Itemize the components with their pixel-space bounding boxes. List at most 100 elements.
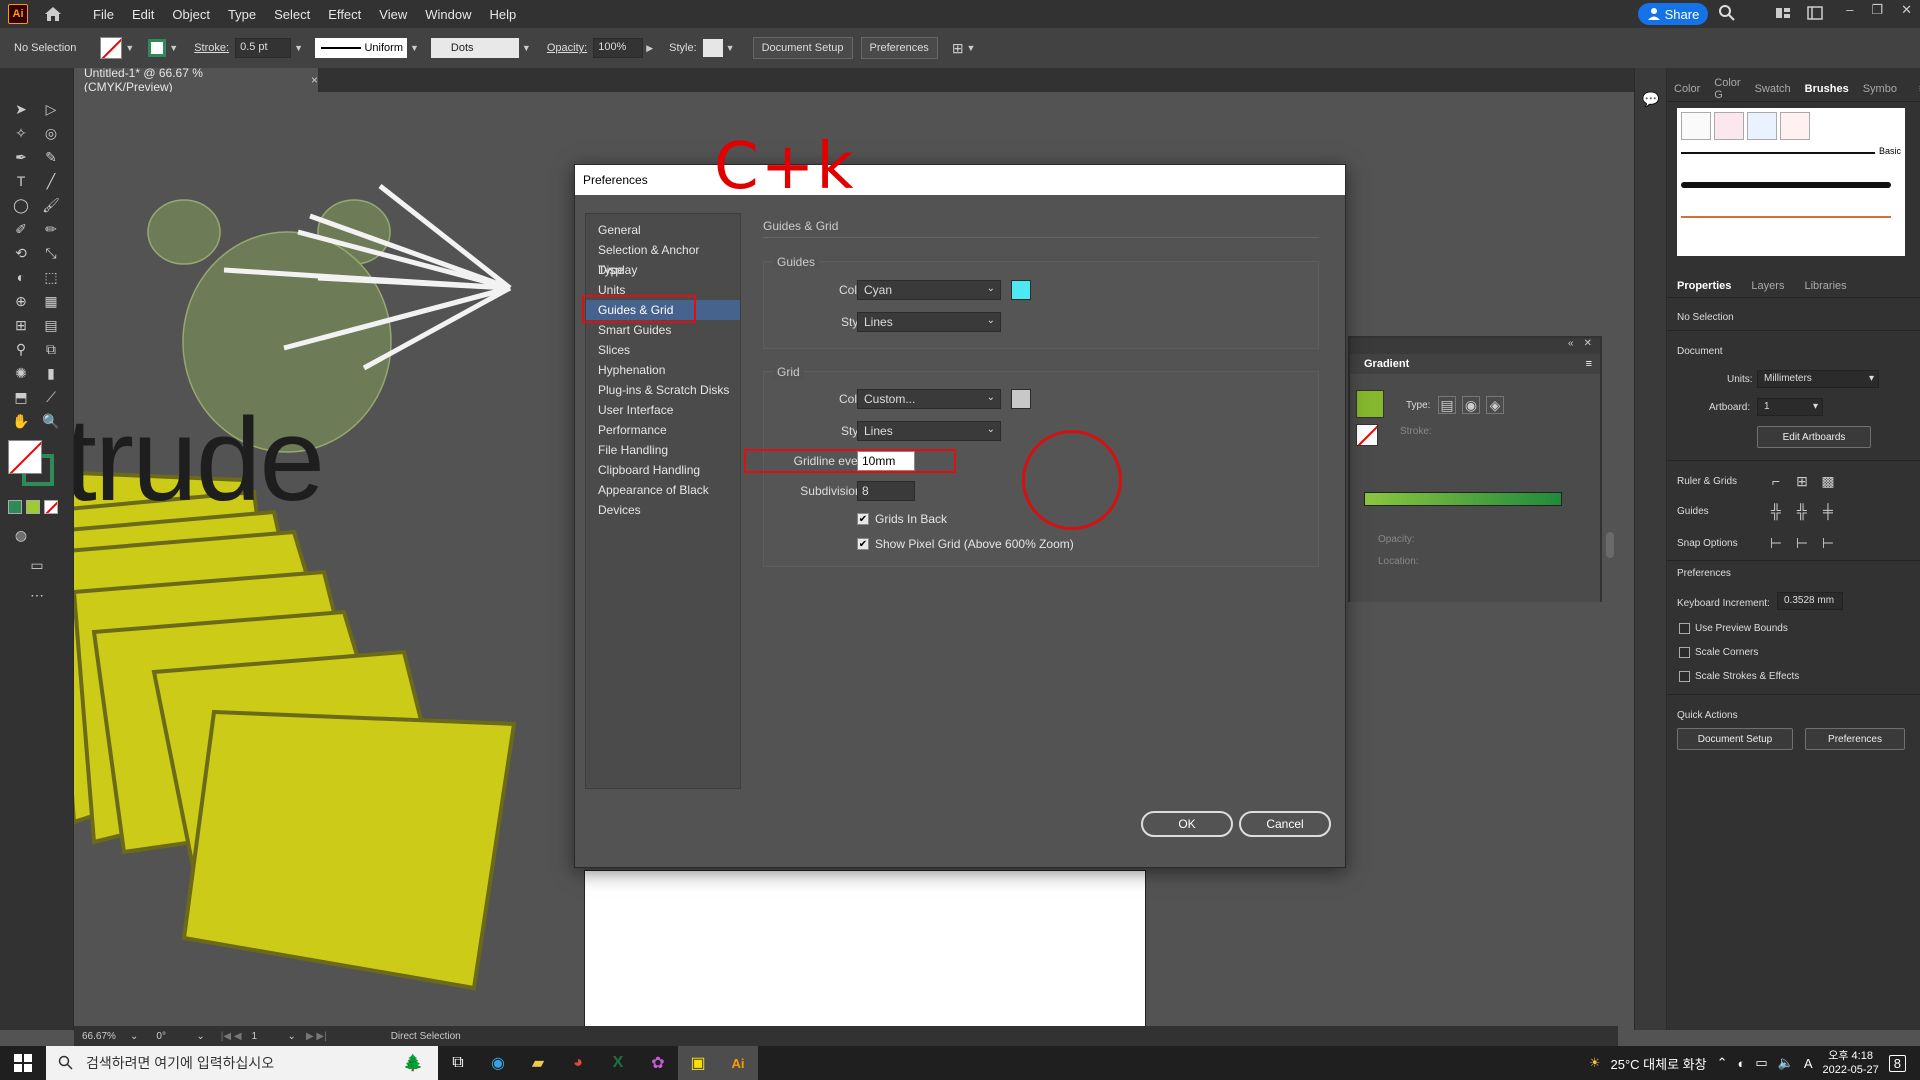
more-tools-icon[interactable]: ⋯ — [26, 584, 48, 606]
tab-properties[interactable]: Properties — [1667, 280, 1741, 292]
windows-start-icon[interactable] — [0, 1046, 46, 1080]
menu-help[interactable]: Help — [480, 7, 525, 22]
tab-libraries[interactable]: Libraries — [1794, 280, 1856, 292]
hand-tool-icon[interactable]: ✋ — [10, 410, 32, 432]
document-setup-button[interactable]: Document Setup — [752, 37, 853, 59]
category-plugins[interactable]: Plug-ins & Scratch Disks — [586, 380, 740, 400]
chevron-down-icon[interactable]: ⌄ — [288, 1031, 296, 1042]
ok-button[interactable]: OK — [1141, 811, 1233, 837]
category-selection-anchor[interactable]: Selection & Anchor Display — [586, 240, 740, 277]
category-slices[interactable]: Slices — [586, 340, 740, 360]
ime-indicator[interactable]: A — [1804, 1056, 1813, 1071]
shaper-tool-icon[interactable]: ✐ — [10, 218, 32, 240]
artboard-dropdown[interactable]: 1 ▾ — [1757, 398, 1823, 416]
chevron-down-icon[interactable]: ▼ — [294, 43, 303, 53]
illustrator-taskbar-icon[interactable]: Ai — [718, 1046, 758, 1080]
brush-thumb[interactable] — [1747, 112, 1777, 140]
category-clipboard[interactable]: Clipboard Handling — [586, 460, 740, 480]
guides-style-dropdown[interactable]: Lines ⌄ — [857, 312, 1001, 332]
task-view-icon[interactable]: ⧉ — [438, 1046, 478, 1080]
edge-icon[interactable]: ◉ — [478, 1046, 518, 1080]
shape-builder-icon[interactable]: ⊕ — [10, 290, 32, 312]
category-file-handling[interactable]: File Handling — [586, 440, 740, 460]
freeform-gradient-icon[interactable]: ◈ — [1486, 396, 1504, 414]
menu-effect[interactable]: Effect — [319, 7, 370, 22]
draw-mode-icon[interactable]: ◍ — [10, 524, 32, 546]
selection-tool-icon[interactable]: ➤ — [10, 98, 32, 120]
paintbrush-icon[interactable]: 🖌 — [40, 194, 62, 216]
units-dropdown[interactable]: Millimeters ▾ — [1757, 370, 1879, 388]
quick-document-setup-button[interactable]: Document Setup — [1677, 728, 1793, 750]
artboard-nav-icons[interactable]: |◀ ◀ — [221, 1031, 242, 1042]
category-smart-guides[interactable]: Smart Guides — [586, 320, 740, 340]
opacity-input[interactable]: 100% — [593, 38, 644, 58]
close-icon[interactable]: ✕ — [1901, 2, 1912, 18]
category-hyphenation[interactable]: Hyphenation — [586, 360, 740, 380]
brush-thumb[interactable] — [1714, 112, 1744, 140]
graphic-style-swatch[interactable] — [702, 39, 723, 57]
chevron-down-icon[interactable]: ▼ — [522, 43, 531, 53]
preferences-button[interactable]: Preferences — [860, 37, 938, 59]
restore-icon[interactable]: ❐ — [1871, 2, 1883, 18]
keyboard-increment-input[interactable]: 0.3528 mm — [1777, 592, 1843, 610]
tab-swatches[interactable]: Swatch — [1748, 83, 1798, 95]
clock[interactable]: 오후 4:18 2022-05-27 — [1822, 1049, 1878, 1077]
pencil-icon[interactable]: ✏ — [40, 218, 62, 240]
lasso-icon[interactable]: ◎ — [40, 122, 62, 144]
grid-color-dropdown[interactable]: Custom... ⌄ — [857, 389, 1001, 409]
free-transform-icon[interactable]: ⬚ — [40, 266, 62, 288]
ellipse-tool-icon[interactable]: ◯ — [10, 194, 32, 216]
scale-tool-icon[interactable]: ⤡ — [40, 242, 62, 264]
grid-icon[interactable]: ⊞ — [1793, 472, 1811, 490]
category-user-interface[interactable]: User Interface — [586, 400, 740, 420]
chevron-down-icon[interactable]: ▼ — [410, 43, 419, 53]
gradient-stroke-swatch[interactable] — [1356, 424, 1378, 446]
excel-icon[interactable]: X — [598, 1046, 638, 1080]
grid-style-dropdown[interactable]: Lines ⌄ — [857, 421, 1001, 441]
fill-stroke-widget[interactable] — [8, 440, 60, 490]
artboard-nav-next-icons[interactable]: ▶ ▶| — [306, 1031, 327, 1042]
edit-artboards-button[interactable]: Edit Artboards — [1757, 426, 1871, 448]
menu-window[interactable]: Window — [416, 7, 480, 22]
zoom-tool-icon[interactable]: 🔍 — [40, 410, 62, 432]
kakaotalk-icon[interactable]: ▣ — [678, 1046, 718, 1080]
chevron-down-icon[interactable]: ⌄ — [130, 1031, 138, 1042]
arrange-documents-icon[interactable] — [1774, 4, 1792, 22]
brush-thumb[interactable] — [1780, 112, 1810, 140]
brush-library[interactable]: Basic — [1677, 108, 1905, 256]
perspective-grid-icon[interactable]: ▦ — [40, 290, 62, 312]
chevron-right-icon[interactable]: ▶ — [646, 43, 653, 54]
scale-corners-checkbox[interactable] — [1679, 647, 1690, 658]
graph-tool-icon[interactable]: ▮ — [40, 362, 62, 384]
use-preview-bounds-checkbox[interactable] — [1679, 623, 1690, 634]
symbol-sprayer-icon[interactable]: ✺ — [10, 362, 32, 384]
brush-dropdown[interactable]: Dots — [430, 38, 519, 58]
transparency-grid-icon[interactable]: ▩ — [1819, 472, 1837, 490]
close-tab-icon[interactable]: × — [311, 73, 318, 87]
tab-color-guide[interactable]: Color G — [1707, 77, 1747, 101]
chevron-down-icon[interactable]: ⌄ — [196, 1031, 204, 1042]
file-explorer-icon[interactable]: ▰ — [518, 1046, 558, 1080]
guides-color-dropdown[interactable]: Cyan ⌄ — [857, 280, 1001, 300]
tab-symbols[interactable]: Symbo — [1856, 83, 1904, 95]
stroke-label[interactable]: Stroke: — [194, 42, 229, 54]
rotate-tool-icon[interactable]: ⟲ — [10, 242, 32, 264]
eyedropper-icon[interactable]: ⚲ — [10, 338, 32, 360]
radial-gradient-icon[interactable]: ◉ — [1462, 396, 1480, 414]
snap-to-point-icon[interactable]: ⊢ — [1767, 534, 1785, 552]
artboard-number[interactable]: 1 — [252, 1031, 288, 1042]
gradient-swatch[interactable] — [1356, 390, 1384, 418]
menu-select[interactable]: Select — [265, 7, 319, 22]
slice-tool-icon[interactable]: ⟋ — [40, 386, 62, 408]
category-general[interactable]: General — [586, 220, 740, 240]
chevron-down-icon[interactable]: ▼ — [967, 43, 976, 53]
share-button[interactable]: Share — [1638, 3, 1708, 25]
collapse-icon[interactable]: « — [1568, 338, 1574, 354]
chevron-down-icon[interactable]: ▼ — [125, 43, 134, 53]
grids-in-back-checkbox[interactable]: ✔ — [857, 513, 869, 525]
snap-to-pixel-icon[interactable]: ⊢ — [1793, 534, 1811, 552]
quick-preferences-button[interactable]: Preferences — [1805, 728, 1905, 750]
menu-view[interactable]: View — [370, 7, 416, 22]
cancel-button[interactable]: Cancel — [1239, 811, 1331, 837]
document-tab[interactable]: Untitled-1* @ 66.67 % (CMYK/Preview) × — [74, 66, 318, 94]
